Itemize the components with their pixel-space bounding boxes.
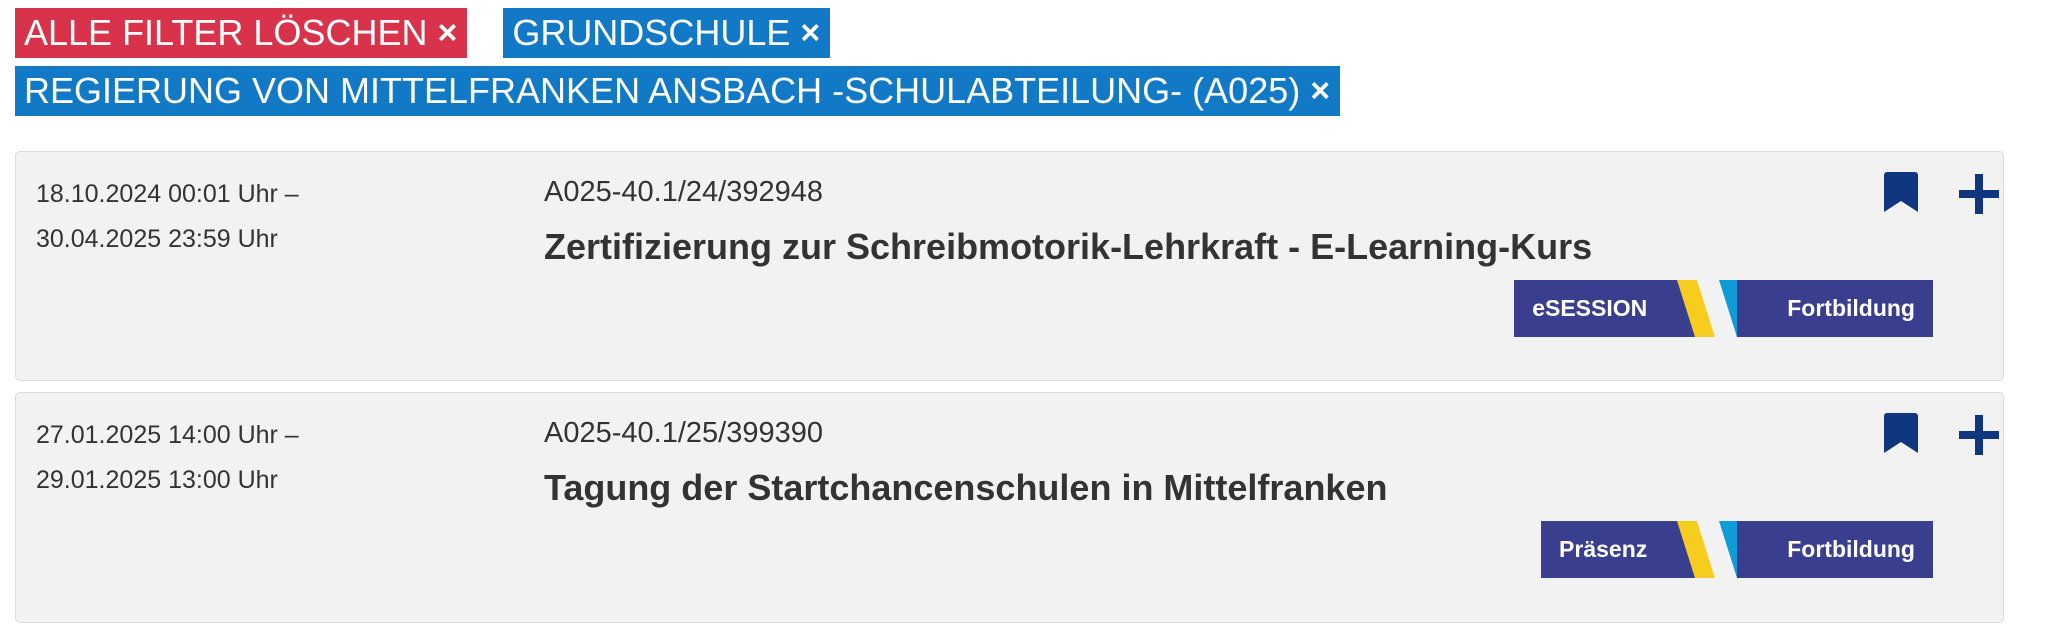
remove-icon: ×: [800, 14, 821, 52]
bookmark-icon: [1884, 413, 1918, 453]
course-id: A025-40.1/25/399390: [544, 417, 823, 449]
add-to-list-button[interactable]: [1957, 172, 2001, 216]
search-results-page: ALLE FILTER LÖSCHEN × GRUNDSCHULE × REGI…: [0, 0, 2050, 629]
format-tag-label: eSESSION: [1532, 295, 1648, 321]
result-card[interactable]: 18.10.2024 00:01 Uhr – 30.04.2025 23:59 …: [15, 151, 2004, 381]
course-title-link[interactable]: Zertifizierung zur Schreibmotorik-Lehrkr…: [544, 222, 1592, 272]
date-start: 27.01.2025 14:00 Uhr –: [36, 421, 299, 449]
format-tag: eSESSION: [1514, 280, 1698, 337]
format-tag-label: Präsenz: [1559, 536, 1648, 562]
type-tag: Fortbildung: [1737, 521, 1933, 578]
filter-row-2: REGIERUNG VON MITTELFRANKEN ANSBACH -SCH…: [15, 66, 2015, 116]
date-start: 18.10.2024 00:01 Uhr –: [36, 180, 299, 208]
bookmark-icon: [1884, 172, 1918, 212]
filter-chip-school-type[interactable]: GRUNDSCHULE ×: [503, 8, 831, 58]
clear-all-filters-button[interactable]: ALLE FILTER LÖSCHEN ×: [15, 8, 468, 58]
date-end: 29.01.2025 13:00 Uhr: [36, 466, 278, 494]
tag-separator: [1667, 280, 1768, 337]
course-tags: eSESSION Fortbildung: [1514, 280, 1933, 337]
filter-row-1: ALLE FILTER LÖSCHEN × GRUNDSCHULE ×: [15, 8, 2015, 58]
type-tag: Fortbildung: [1737, 280, 1933, 337]
filter-chip-label: GRUNDSCHULE: [512, 12, 791, 53]
clear-all-filters-label: ALLE FILTER LÖSCHEN: [24, 12, 428, 53]
date-end: 30.04.2025 23:59 Uhr: [36, 225, 278, 253]
course-tags: Präsenz Fortbildung: [1541, 521, 1933, 578]
bookmark-button[interactable]: [1884, 413, 1918, 453]
add-to-list-button[interactable]: [1957, 413, 2001, 457]
result-card[interactable]: 27.01.2025 14:00 Uhr – 29.01.2025 13:00 …: [15, 392, 2004, 623]
plus-icon: [1959, 174, 1999, 214]
remove-icon: ×: [437, 14, 458, 52]
filter-chip-authority[interactable]: REGIERUNG VON MITTELFRANKEN ANSBACH -SCH…: [15, 66, 1341, 116]
type-tag-label: Fortbildung: [1787, 536, 1915, 562]
event-dates: 18.10.2024 00:01 Uhr – 30.04.2025 23:59 …: [36, 172, 299, 262]
course-id: A025-40.1/24/392948: [544, 176, 823, 208]
format-tag: Präsenz: [1541, 521, 1698, 578]
plus-icon: [1959, 415, 1999, 455]
remove-icon: ×: [1310, 72, 1331, 110]
type-tag-label: Fortbildung: [1787, 295, 1915, 321]
course-title-link[interactable]: Tagung der Startchancenschulen in Mittel…: [544, 463, 1387, 513]
filter-chip-label: REGIERUNG VON MITTELFRANKEN ANSBACH -SCH…: [24, 70, 1301, 111]
event-dates: 27.01.2025 14:00 Uhr – 29.01.2025 13:00 …: [36, 413, 299, 503]
active-filters: ALLE FILTER LÖSCHEN × GRUNDSCHULE × REGI…: [15, 8, 2015, 116]
bookmark-button[interactable]: [1884, 172, 1918, 212]
tag-separator: [1667, 521, 1768, 578]
